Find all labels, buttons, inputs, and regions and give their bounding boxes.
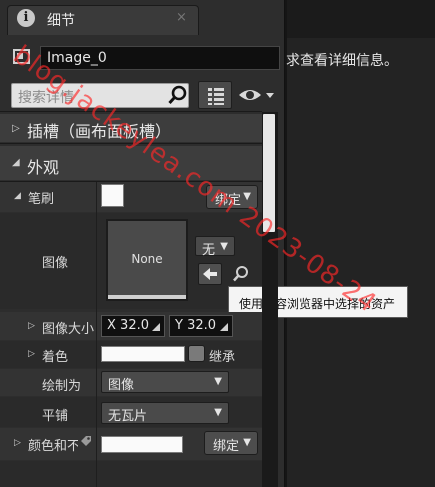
asset-combo[interactable]: 无 ▼ bbox=[195, 236, 235, 258]
binding-link-icon bbox=[78, 433, 94, 449]
tiling-label: 平铺 bbox=[42, 409, 69, 424]
expanded-arrow-icon[interactable]: ◢ bbox=[14, 191, 21, 201]
draw-as-label: 绘制为 bbox=[42, 379, 82, 394]
use-selected-asset-button[interactable] bbox=[198, 263, 222, 285]
tint-label: 着色 bbox=[42, 350, 69, 365]
y-prefix: Y bbox=[175, 318, 183, 333]
bind-button-label: 绑定 bbox=[213, 439, 240, 454]
tab-close-button[interactable]: × bbox=[176, 10, 187, 25]
dropdown-arrow-icon: ▼ bbox=[243, 437, 251, 448]
tab-title: 细节 bbox=[47, 13, 75, 29]
brush-label: 笔刷 bbox=[28, 192, 55, 207]
image-size-x-field[interactable]: X 32.0 bbox=[101, 315, 165, 337]
collapsed-arrow-icon: ▷ bbox=[12, 123, 20, 134]
collapsed-arrow-icon[interactable]: ▷ bbox=[28, 349, 35, 359]
drag-handle-icon bbox=[152, 323, 160, 331]
dropdown-arrow-icon: ▼ bbox=[214, 407, 222, 418]
inherit-label: 继承 bbox=[209, 350, 236, 365]
next-row bbox=[0, 461, 262, 487]
draw-as-value: 图像 bbox=[108, 378, 135, 393]
info-icon: i bbox=[17, 9, 35, 27]
color-opacity-label: 颜色和不 bbox=[28, 439, 78, 454]
object-name-input[interactable]: Image_0 bbox=[40, 46, 280, 70]
asset-combo-value: 无 bbox=[202, 243, 216, 258]
search-icon[interactable] bbox=[167, 84, 189, 106]
dropdown-arrow-icon: ▼ bbox=[214, 376, 222, 387]
thumbnail-none-text: None bbox=[131, 252, 163, 266]
size-y-value: 32.0 bbox=[187, 318, 217, 333]
x-prefix: X bbox=[107, 318, 116, 333]
image-size-y-field[interactable]: Y 32.0 bbox=[169, 315, 233, 337]
category-label-appearance: 外观 bbox=[27, 158, 60, 177]
column-divider[interactable] bbox=[96, 182, 97, 487]
draw-as-dropdown[interactable]: 图像 ▼ bbox=[101, 371, 229, 393]
tint-color-swatch[interactable] bbox=[101, 346, 185, 362]
tab-details[interactable] bbox=[7, 5, 199, 35]
visibility-filter-button[interactable] bbox=[237, 85, 277, 105]
size-x-value: 32.0 bbox=[120, 318, 149, 333]
tiling-dropdown[interactable]: 无瓦片 ▼ bbox=[101, 402, 229, 424]
background-hint-text: 求查看详细信息。 bbox=[286, 53, 398, 69]
collapsed-arrow-icon[interactable]: ▷ bbox=[28, 321, 35, 331]
brush-color-swatch[interactable] bbox=[101, 184, 124, 207]
property-matrix-button[interactable] bbox=[198, 81, 232, 109]
thumbnail-bar bbox=[108, 295, 186, 299]
dropdown-arrow-icon: ▼ bbox=[220, 241, 228, 252]
separator bbox=[0, 111, 262, 112]
image-size-label: 图像大小 bbox=[42, 322, 95, 337]
right-panel-header bbox=[287, 0, 435, 38]
drag-handle-icon bbox=[220, 323, 228, 331]
color-opacity-swatch[interactable] bbox=[101, 436, 183, 453]
image-label: 图像 bbox=[42, 256, 69, 271]
color-bind-button[interactable]: 绑定 ▼ bbox=[204, 431, 258, 455]
inherit-checkbox[interactable] bbox=[188, 345, 205, 362]
collapsed-arrow-icon[interactable]: ▷ bbox=[14, 438, 21, 448]
browse-asset-search-icon[interactable] bbox=[230, 263, 252, 285]
expanded-arrow-icon: ◢ bbox=[12, 157, 20, 168]
tiling-value: 无瓦片 bbox=[108, 409, 148, 424]
